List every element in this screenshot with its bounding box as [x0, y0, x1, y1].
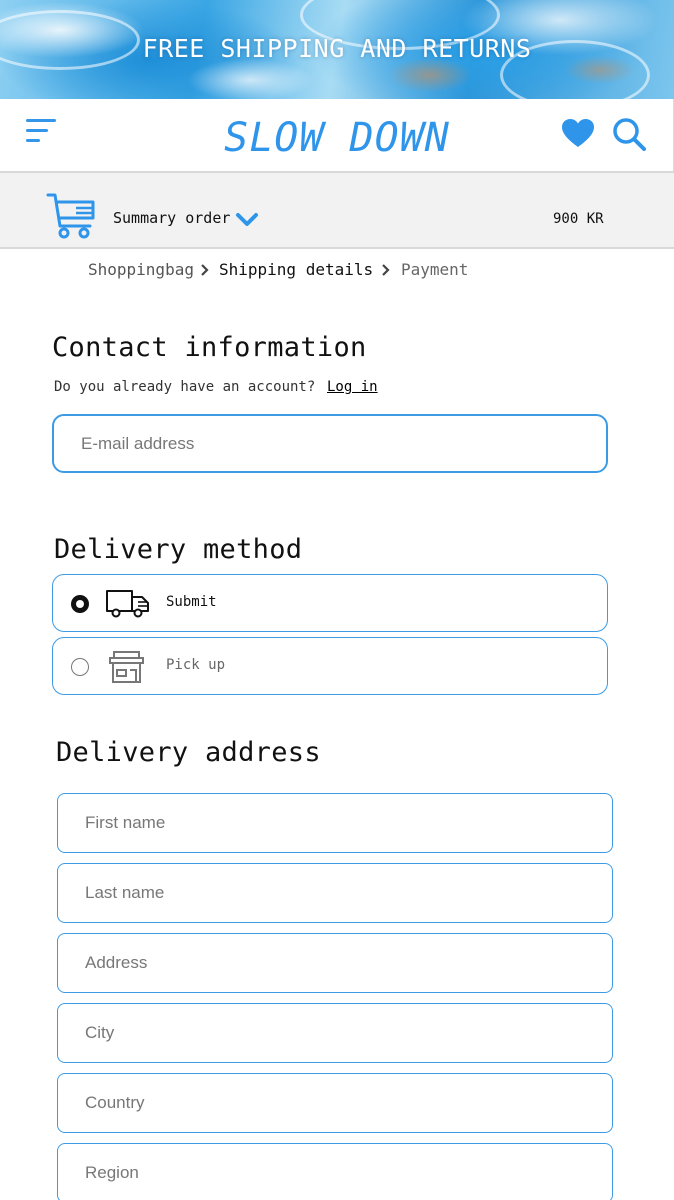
pickup-option-label: Pick up [166, 657, 226, 673]
account-question-text: Do you already have an account? [54, 379, 316, 395]
heart-icon[interactable] [561, 118, 595, 148]
summary-order-label[interactable]: Summary order [113, 209, 230, 227]
delivery-option-label: Submit [166, 594, 217, 610]
radio-selected[interactable] [71, 595, 89, 613]
contact-information-heading: Contact information [52, 332, 367, 363]
address-field[interactable] [57, 933, 613, 993]
breadcrumb-payment[interactable]: Payment [401, 260, 468, 279]
shopping-cart-icon [46, 193, 95, 239]
order-total: 900 KR [553, 211, 604, 227]
email-field[interactable] [52, 414, 608, 473]
delivery-option-submit[interactable]: Submit [52, 574, 608, 632]
breadcrumb-shipping-details[interactable]: Shipping details [219, 260, 373, 279]
breadcrumb-shoppingbag[interactable]: Shoppingbag [88, 260, 194, 279]
search-icon[interactable] [612, 117, 646, 151]
region-field[interactable] [57, 1143, 613, 1200]
chevron-right-icon [201, 264, 209, 276]
first-name-field[interactable] [57, 793, 613, 853]
delivery-truck-icon [106, 590, 149, 618]
delivery-method-heading: Delivery method [54, 534, 303, 565]
promo-banner-text: FREE SHIPPING AND RETURNS [142, 34, 532, 63]
chevron-right-icon [382, 264, 390, 276]
delivery-option-pickup[interactable]: Pick up [52, 637, 608, 695]
city-field[interactable] [57, 1003, 613, 1063]
chevron-down-icon[interactable] [235, 211, 259, 229]
delivery-address-heading: Delivery address [56, 737, 321, 768]
last-name-field[interactable] [57, 863, 613, 923]
order-summary-bar[interactable] [0, 171, 674, 249]
promo-banner: FREE SHIPPING AND RETURNS [0, 0, 674, 99]
country-field[interactable] [57, 1073, 613, 1133]
radio-unselected[interactable] [71, 658, 89, 676]
store-icon [109, 651, 144, 683]
login-link[interactable]: Log in [327, 379, 378, 395]
